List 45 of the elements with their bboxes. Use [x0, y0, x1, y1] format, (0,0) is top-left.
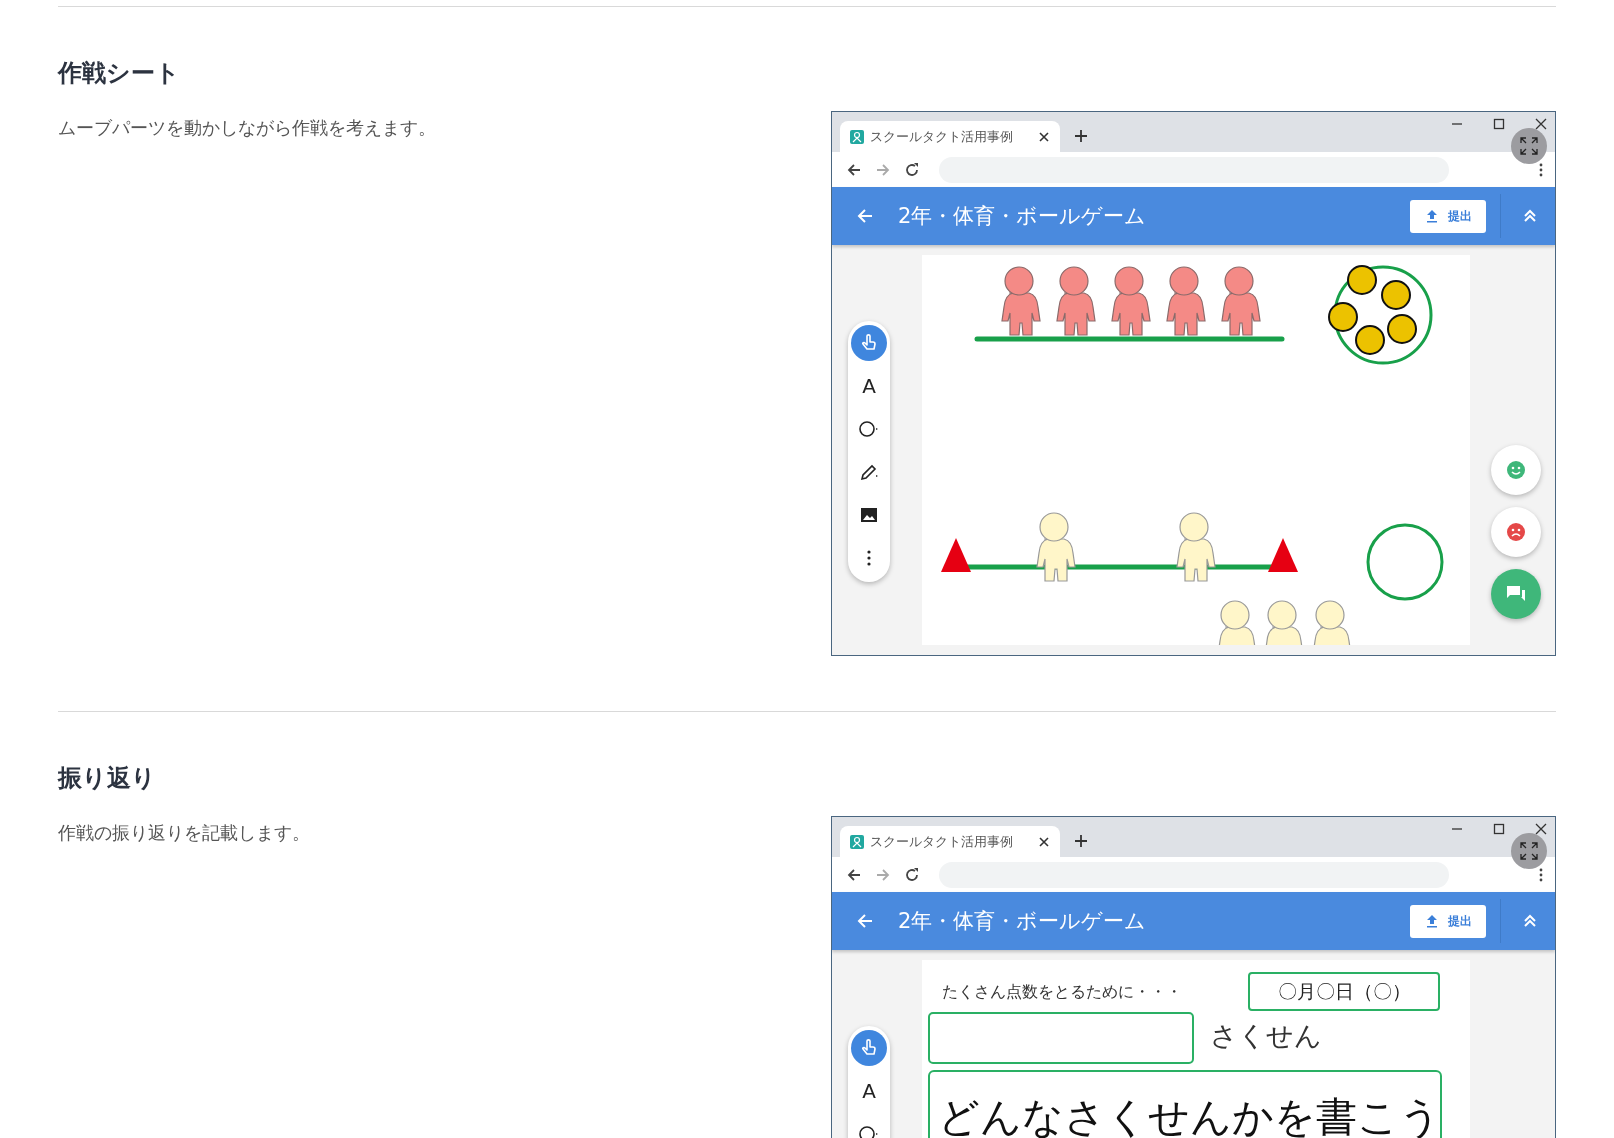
- close-icon[interactable]: [1535, 823, 1547, 835]
- worksheet-label: さくせん: [1210, 1019, 1322, 1053]
- back-icon[interactable]: [846, 866, 862, 883]
- app-icon: [850, 834, 864, 849]
- more-icon[interactable]: [1539, 162, 1543, 177]
- new-tab-icon[interactable]: [1074, 834, 1088, 848]
- fullscreen-icon: [1519, 136, 1539, 156]
- maximize-icon[interactable]: [1493, 823, 1505, 835]
- section-description: 作戦の振り返りを記載します。: [58, 821, 311, 845]
- collapse-icon[interactable]: [1523, 209, 1537, 223]
- circle-icon: [858, 418, 880, 440]
- answer-box[interactable]: [928, 1012, 1194, 1064]
- browser-tab[interactable]: スクールタクト活用事例: [840, 826, 1060, 857]
- app-title: 2年・体育・ボールゲーム: [898, 908, 1147, 935]
- frown-icon: [1505, 521, 1527, 543]
- back-icon[interactable]: [846, 161, 862, 178]
- upload-icon: [1424, 209, 1439, 223]
- date-box: 〇月〇日（〇）: [1248, 972, 1440, 1011]
- close-icon[interactable]: [1038, 130, 1050, 143]
- submit-button[interactable]: 提出: [1410, 904, 1486, 938]
- tool-button[interactable]: A: [851, 1073, 887, 1109]
- section-description: ムーブパーツを動かしながら作戦を考えます。: [58, 116, 437, 140]
- close-icon[interactable]: [1038, 835, 1050, 848]
- more-icon: [867, 550, 871, 566]
- browser-tab[interactable]: スクールタクト活用事例: [840, 121, 1060, 152]
- submit-button[interactable]: 提出: [1410, 199, 1486, 233]
- section-title: 振り返り: [58, 764, 157, 792]
- app-icon: [850, 129, 864, 144]
- chat-button[interactable]: [1491, 569, 1541, 619]
- upload-icon: [1424, 914, 1439, 928]
- close-icon[interactable]: [1535, 118, 1547, 130]
- new-tab-icon[interactable]: [1074, 129, 1088, 143]
- reload-icon[interactable]: [904, 161, 920, 178]
- section-title: 作戦シート: [58, 59, 181, 87]
- worksheet-prompt: たくさん点数をとるために・・・: [942, 982, 1182, 1003]
- collapse-icon[interactable]: [1523, 914, 1537, 928]
- tool-button[interactable]: A: [851, 368, 887, 404]
- maximize-icon[interactable]: [1493, 118, 1505, 130]
- reload-icon[interactable]: [904, 866, 920, 883]
- smile-icon: [1505, 459, 1527, 481]
- frown-button[interactable]: [1491, 507, 1541, 557]
- more-icon[interactable]: [1539, 867, 1543, 882]
- fullscreen-icon: [1519, 841, 1539, 861]
- app-title: 2年・体育・ボールゲーム: [898, 203, 1147, 230]
- smile-button[interactable]: [1491, 445, 1541, 495]
